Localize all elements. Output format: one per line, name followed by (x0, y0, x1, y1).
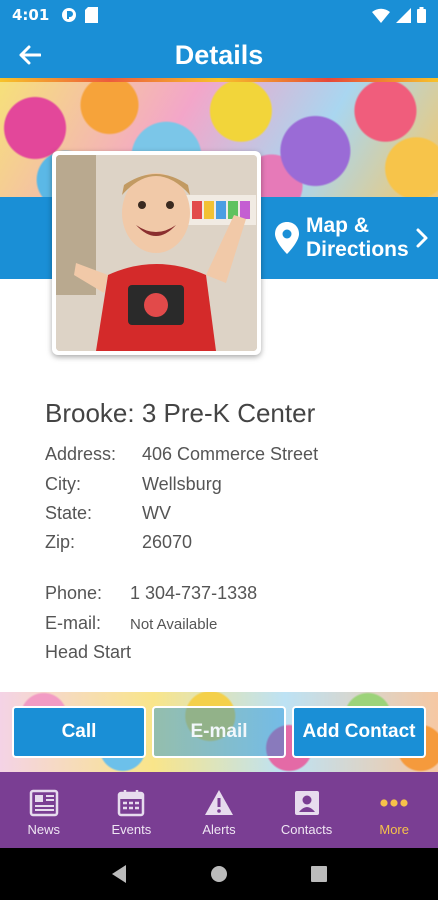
contact-card-icon (294, 791, 319, 815)
tab-alerts-label: Alerts (202, 822, 236, 837)
phone-value[interactable]: 1 304-737-1338 (130, 583, 257, 604)
tab-more[interactable]: More (350, 772, 438, 848)
wifi-icon (372, 8, 390, 23)
nav-back-icon[interactable] (110, 864, 128, 884)
address-label: Address: (45, 444, 117, 464)
tab-news[interactable]: News (0, 772, 88, 848)
state-row: State: WV (45, 503, 171, 524)
email-button[interactable]: E-mail (152, 706, 286, 758)
phone-row: Phone: 1 304-737-1338 (45, 583, 257, 604)
nav-home-icon[interactable] (209, 864, 229, 884)
child-illustration (56, 155, 257, 351)
battery-icon (417, 7, 426, 23)
app-bar: Details (0, 30, 438, 80)
page-title: Details (174, 39, 264, 70)
tab-news-label: News (27, 822, 61, 837)
sd-card-icon (85, 7, 99, 23)
status-right-icons (372, 7, 426, 23)
more-dots-icon (380, 799, 408, 807)
map-label-line2: Directions (306, 238, 409, 261)
address-row: Address: 406 Commerce Street (45, 444, 318, 465)
city-label: City: (45, 474, 81, 494)
email-row: E-mail: Not Available (45, 613, 217, 634)
bottom-tab-bar: News Events Alerts Contacts More (0, 772, 438, 848)
zip-value: 26070 (142, 532, 193, 552)
email-value: Not Available (130, 616, 218, 633)
city-value: Wellsburg (142, 474, 222, 494)
nav-recents-icon[interactable] (310, 865, 328, 883)
calendar-icon (118, 790, 145, 817)
state-value: WV (142, 503, 171, 523)
zip-row: Zip: 26070 (45, 532, 192, 553)
map-label-line1: Map & (306, 214, 369, 237)
arrow-left-icon (19, 45, 41, 65)
zip-label: Zip: (45, 532, 76, 552)
address-value: 406 Commerce Street (142, 444, 319, 464)
tab-events-label: Events (111, 822, 152, 837)
tab-contacts[interactable]: Contacts (263, 772, 351, 848)
data-saver-icon (62, 8, 77, 22)
newspaper-icon (29, 789, 59, 817)
chevron-right-icon (416, 228, 428, 248)
back-button[interactable] (14, 40, 46, 70)
tab-more-label: More (379, 822, 409, 837)
city-row: City: Wellsburg (45, 474, 222, 495)
system-nav-bar (0, 848, 438, 900)
status-bar: 4:01 (0, 0, 438, 30)
tab-events[interactable]: Events (88, 772, 176, 848)
tab-contacts-label: Contacts (280, 822, 333, 837)
call-button[interactable]: Call (12, 706, 146, 758)
status-left-icons (61, 7, 99, 23)
center-photo (52, 151, 261, 355)
warning-icon (204, 790, 233, 815)
program-label: Head Start (45, 642, 132, 662)
tab-alerts[interactable]: Alerts (175, 772, 263, 848)
map-directions-label: Map & Directions (306, 214, 409, 262)
status-time: 4:01 (12, 6, 50, 24)
state-label: State: (45, 503, 93, 523)
signal-icon (396, 7, 411, 23)
center-name: Brooke: 3 Pre-K Center (45, 398, 316, 428)
phone-label: Phone: (45, 583, 103, 603)
child-photo (56, 155, 257, 351)
map-pin-icon (275, 222, 299, 254)
program-row: Head Start (45, 642, 131, 663)
add-contact-button[interactable]: Add Contact (292, 706, 426, 758)
email-label: E-mail: (45, 613, 102, 633)
map-directions-button[interactable]: Map & Directions (268, 200, 438, 276)
